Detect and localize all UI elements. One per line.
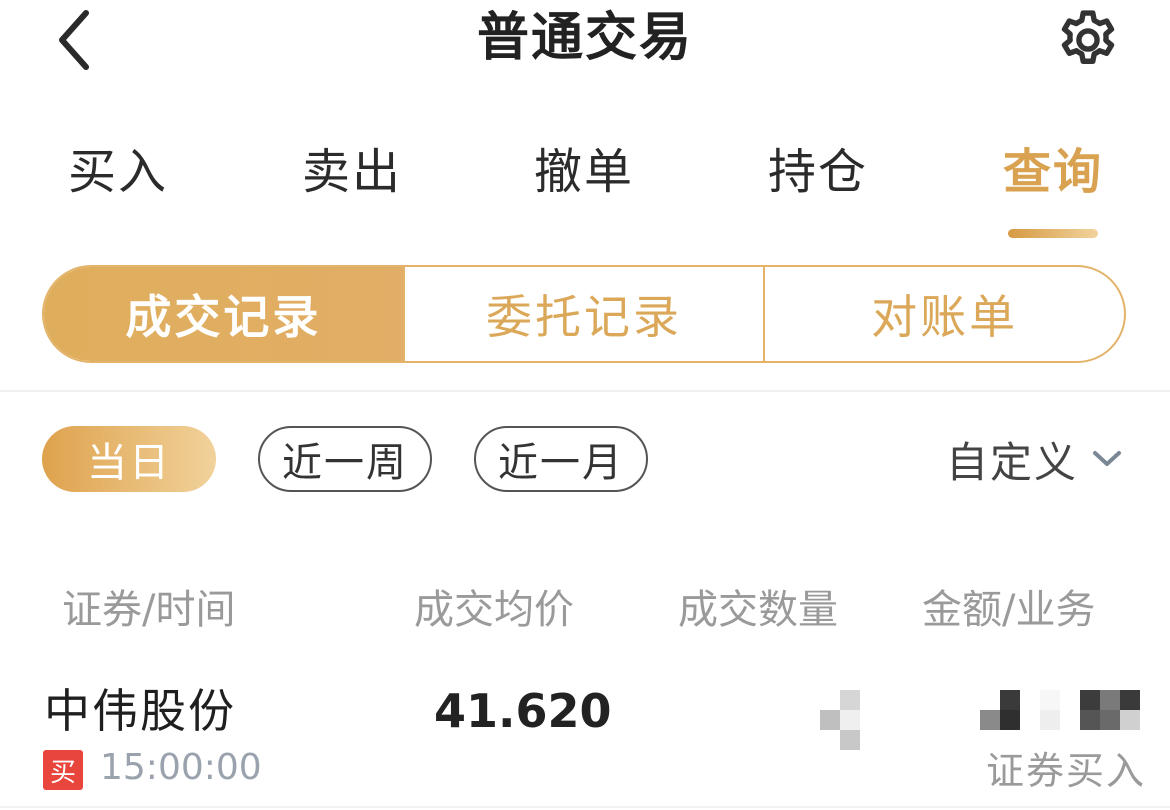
filter-last-week[interactable]: 近一周 (258, 426, 432, 492)
section-divider (0, 390, 1170, 392)
filter-today[interactable]: 当日 (42, 426, 216, 492)
column-header-security-time: 证券/时间 (62, 587, 236, 633)
tab-query[interactable]: 查询 (963, 130, 1143, 214)
query-type-switcher: 成交记录 委托记录 对账单 (42, 265, 1126, 363)
amount-masked (980, 690, 1140, 730)
filter-last-month[interactable]: 近一月 (474, 426, 648, 492)
column-header-amount-business: 金额/业务 (922, 587, 1096, 633)
custom-date-filter[interactable]: 自定义 (946, 428, 1122, 490)
top-bar: 普通交易 (0, 0, 1170, 80)
business-type: 证券买入 (986, 749, 1147, 793)
active-tab-indicator (1008, 229, 1098, 238)
segment-statement[interactable]: 对账单 (763, 267, 1124, 361)
trade-time: 15:00:00 (100, 747, 262, 788)
back-button[interactable] (48, 8, 100, 72)
page-title: 普通交易 (476, 8, 693, 68)
chevron-down-icon (1092, 449, 1122, 469)
segment-order-records[interactable]: 委托记录 (402, 267, 764, 361)
buy-badge: 买 (43, 750, 83, 790)
tab-sell[interactable]: 卖出 (262, 130, 442, 214)
column-header-quantity: 成交数量 (678, 587, 838, 633)
gear-icon (1061, 10, 1115, 64)
custom-filter-label: 自定义 (946, 437, 1079, 487)
tab-buy[interactable]: 买入 (28, 130, 208, 214)
chevron-left-icon (59, 10, 89, 70)
row-divider (0, 806, 1170, 808)
tab-cancel-order[interactable]: 撤单 (494, 130, 674, 214)
settings-button[interactable] (1052, 4, 1124, 76)
main-tab-bar: 买入 卖出 撤单 持仓 查询 (0, 130, 1170, 240)
column-header-avg-price: 成交均价 (414, 587, 574, 633)
stock-name: 中伟股份 (44, 684, 236, 738)
quantity-masked (820, 690, 860, 750)
avg-price: 41.620 (434, 684, 612, 738)
segment-trade-records[interactable]: 成交记录 (44, 267, 403, 361)
tab-positions[interactable]: 持仓 (728, 130, 908, 214)
